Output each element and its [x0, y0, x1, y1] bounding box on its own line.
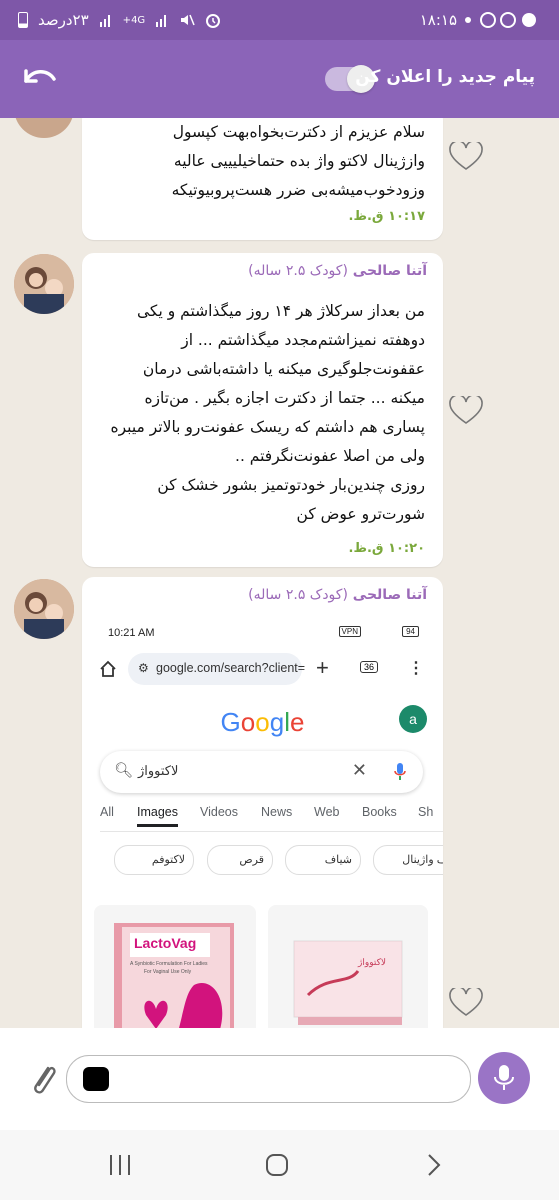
product2-label: لاکتوواژ — [358, 957, 386, 967]
author-subtitle: (کودک ۲.۵ ساله) — [248, 263, 348, 279]
recent-apps-icon[interactable] — [108, 1154, 132, 1176]
tab-count: 36 — [360, 661, 379, 673]
avatar[interactable] — [14, 254, 74, 314]
author-subtitle: (کودک ۲.۵ ساله) — [248, 587, 348, 603]
message-bubble[interactable]: سلام عزیزم از دکترت‌بخواه‌بهت کپسول وازژ… — [82, 118, 443, 240]
screenshot-tabs: All Images Videos News Web Books Sh — [100, 805, 443, 832]
home-icon — [100, 660, 116, 677]
screenshot-statusbar: 10:21 AM VPN 94 — [108, 623, 419, 645]
mic-button[interactable] — [478, 1052, 530, 1104]
screenshot-battery: 94 — [402, 626, 419, 637]
google-logo: Google — [220, 707, 305, 737]
tab-videos: Videos — [200, 805, 238, 819]
mute-icon — [181, 14, 195, 26]
tab-news: News — [261, 805, 293, 819]
chip: قرص — [207, 845, 273, 875]
sync-icon — [480, 12, 536, 28]
tab-web: Web — [314, 805, 340, 819]
heart-icon[interactable] — [448, 396, 484, 426]
emoji-icon[interactable] — [83, 1067, 109, 1091]
new-tab-icon: + — [316, 655, 329, 680]
screenshot-addressbar: ⚙ google.com/search?client= + 36 ⋮ — [82, 649, 443, 689]
heart-icon[interactable] — [448, 142, 484, 172]
search-query: لاکتوواژ — [138, 763, 179, 778]
message-bubble[interactable]: آتنا صالحی (کودک ۲.۵ ساله) من بعداز سرکل… — [82, 253, 443, 567]
search-icon: 🔍︎ — [114, 762, 134, 779]
avatar[interactable] — [14, 579, 74, 639]
mic-icon — [394, 763, 406, 780]
message-input[interactable] — [66, 1055, 471, 1103]
chat-area[interactable]: سلام عزیزم از دکترت‌بخواه‌بهت کپسول وازژ… — [0, 118, 559, 1028]
image-result-card: LactoVag A Synbiotic Formulation For Lad… — [94, 905, 256, 1028]
alarm-icon — [206, 14, 221, 28]
url-field: ⚙ google.com/search?client= — [128, 653, 306, 685]
screenshot-time: 10:21 AM — [108, 627, 155, 639]
microphone-icon — [494, 1065, 514, 1090]
screenshot-search: 🔍︎ لاکتوواژ ✕ — [100, 751, 423, 793]
message-time: ۱۰:۲۰ ق.ظ. — [348, 541, 425, 556]
screenshot-vpn: VPN — [338, 626, 361, 637]
chip: شیاف — [285, 845, 361, 875]
message-author: آتنا صالحی (کودک ۲.۵ ساله) — [248, 587, 427, 603]
back-arrow-icon[interactable] — [20, 65, 60, 93]
signal-icon-2 — [99, 15, 110, 27]
message-time: ۱۰:۱۷ ق.ظ. — [348, 209, 425, 224]
url-text: google.com/search?client= — [156, 661, 306, 675]
clock-text: ۱۸:۱۵ — [419, 11, 457, 29]
network-type: 4G+ — [122, 14, 146, 26]
status-right: ۱۸:۱۵ — [420, 11, 539, 29]
image-result-card: لاکتوواژ — [268, 905, 428, 1028]
status-left: 4G+ ۲۳درصد — [18, 11, 221, 29]
message-text: من بعداز سرکلاژ هر ۱۴ روز میگذاشتم و یکی… — [110, 302, 425, 523]
notification-dot-icon — [465, 17, 471, 23]
message-text: سلام عزیزم از دکترت‌بخواه‌بهت کپسول وازژ… — [171, 123, 425, 199]
avatar[interactable] — [14, 118, 74, 138]
tab-shopping: Sh — [418, 805, 434, 819]
product-tagline2: For Vaginal Use Only — [144, 969, 192, 975]
chat-header: پیام جدید را اعلان کن — [0, 40, 559, 118]
clear-icon: ✕ — [351, 760, 367, 780]
system-nav-bar — [0, 1130, 559, 1200]
tab-images: Images — [137, 805, 178, 827]
product-brand: LactoVag — [134, 935, 197, 951]
battery-icon — [18, 12, 28, 28]
chip: لاکتوفم — [114, 845, 194, 875]
heart-icon[interactable] — [448, 988, 484, 1018]
screenshot-chips: شیاف واژینال شیاف قرص لاکتوفم — [100, 845, 443, 875]
menu-icon: ⋮ — [408, 660, 424, 677]
tune-icon: ⚙ — [138, 661, 149, 675]
status-bar: ۱۸:۱۵ 4G+ ۲۳درصد — [0, 0, 559, 40]
home-icon[interactable] — [265, 1153, 289, 1177]
header-title: پیام جدید را اعلان کن — [355, 67, 535, 87]
composer — [0, 1028, 559, 1130]
back-icon[interactable] — [427, 1153, 441, 1177]
tab-books: Books — [362, 805, 397, 819]
image-message-bubble[interactable]: آتنا صالحی (کودک ۲.۵ ساله) 10:21 AM VPN … — [82, 577, 443, 1028]
product-tagline: A Synbiotic Formulation For Ladies — [130, 961, 208, 967]
attach-icon[interactable] — [28, 1060, 58, 1100]
chip: شیاف واژینال — [373, 845, 443, 875]
message-author: آتنا صالحی (کودک ۲.۵ ساله) — [248, 263, 427, 279]
account-avatar: a — [399, 705, 427, 733]
signal-icon — [156, 15, 167, 27]
tab-all: All — [100, 805, 114, 819]
screenshot-image[interactable]: 10:21 AM VPN 94 ⚙ google.com/search?clie… — [82, 623, 443, 1028]
battery-text: ۲۳درصد — [38, 11, 89, 29]
